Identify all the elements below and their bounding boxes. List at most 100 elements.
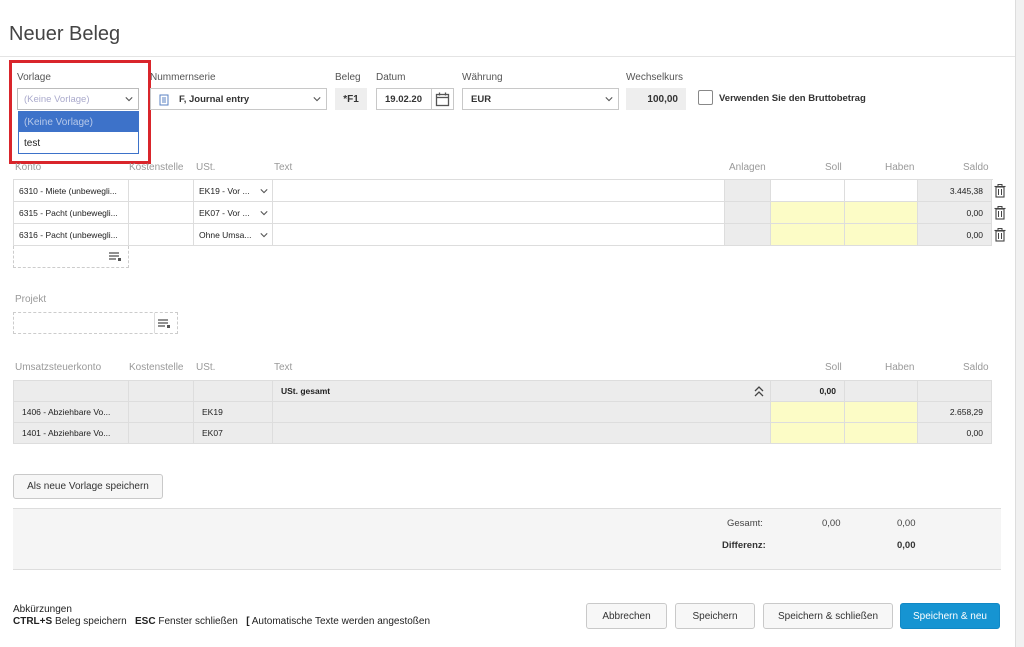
table-row-konto: 1401 - Abziehbare Vo... [13, 423, 129, 444]
shortcut-text: Fenster schließen [158, 616, 238, 627]
datum-field[interactable]: 19.02.20 [376, 88, 454, 110]
totals-panel [13, 508, 1001, 570]
table-row-haben[interactable] [845, 423, 918, 444]
table-row-saldo: 0,00 [918, 224, 992, 246]
new-document-dialog: Neuer Beleg Vorlage Nummernserie Beleg D… [0, 0, 1024, 647]
trash-icon[interactable] [994, 206, 1006, 220]
table-row-soll[interactable] [771, 180, 845, 202]
tax-summary-kostenstelle [129, 380, 194, 402]
table-row-haben[interactable] [845, 202, 918, 224]
table-row-konto[interactable]: 6310 - Miete (unbewegli... [13, 180, 129, 202]
table-row-kostenstelle [129, 402, 194, 423]
page-title: Neuer Beleg [9, 23, 121, 45]
table-row-haben[interactable] [845, 224, 918, 246]
waehrung-label: Währung [462, 72, 503, 83]
table-row-ust: EK07 [194, 423, 273, 444]
table-row-kostenstelle[interactable] [129, 202, 194, 224]
save-new-button[interactable]: Speichern & neu [900, 603, 1000, 629]
differenz-label: Differenz: [722, 540, 766, 551]
gesamt-haben: 0,00 [897, 518, 916, 529]
col-saldo: Saldo [963, 162, 989, 173]
chevron-down-icon [313, 97, 321, 102]
table-row-text[interactable] [273, 202, 725, 224]
table-row-saldo: 2.658,29 [918, 402, 992, 423]
datum-value: 19.02.20 [385, 93, 422, 105]
table-row-text [273, 423, 771, 444]
chevron-down-icon [260, 189, 268, 194]
shortcut-key: [ [246, 616, 250, 627]
table-row-text[interactable] [273, 180, 725, 202]
col-umsatzsteuerkonto: Umsatzsteuerkonto [15, 362, 102, 373]
nummernserie-label: Nummernserie [150, 72, 216, 83]
table-row-haben[interactable] [845, 402, 918, 423]
shortcut-key: CTRL+S [13, 616, 53, 627]
save-close-button[interactable]: Speichern & schließen [763, 603, 893, 629]
nummernserie-select[interactable]: F, Journal entry [150, 88, 327, 110]
ust-value: EK19 - Vor ... [199, 185, 250, 196]
col-kostenstelle: Kostenstelle [129, 362, 184, 373]
col-kostenstelle: Kostenstelle [129, 162, 184, 173]
col-text: Text [274, 162, 293, 173]
shortcuts-title: Abkürzungen [13, 604, 72, 615]
table-row-soll[interactable] [771, 402, 845, 423]
table-row-kostenstelle[interactable] [129, 224, 194, 246]
table-row-soll[interactable] [771, 224, 845, 246]
shortcut-text: Automatische Texte werden angestoßen [251, 616, 431, 627]
beleg-label: Beleg [335, 72, 361, 83]
chevron-down-icon [605, 97, 613, 102]
wechselkurs-label: Wechselkurs [626, 72, 684, 83]
list-search-icon[interactable] [157, 318, 171, 329]
table-row-text[interactable] [273, 224, 725, 246]
col-saldo: Saldo [963, 362, 989, 373]
col-anlagen: Anlagen [729, 162, 766, 173]
save-template-button[interactable]: Als neue Vorlage speichern [13, 474, 163, 499]
divider [431, 89, 432, 109]
tax-summary-soll: 0,00 [771, 380, 845, 402]
table-row-ust[interactable]: EK19 - Vor ... [194, 180, 273, 202]
table-row-ust[interactable]: Ohne Umsa... [194, 224, 273, 246]
waehrung-select[interactable]: EUR [462, 88, 619, 110]
tax-summary-text: USt. gesamt [273, 380, 771, 402]
chevron-down-icon [260, 211, 268, 216]
chevron-down-icon [260, 233, 268, 238]
highlight-box [9, 60, 151, 164]
table-row-konto[interactable]: 6315 - Pacht (unbewegli... [13, 202, 129, 224]
shortcut-key: ESC [135, 616, 156, 627]
list-search-icon[interactable] [108, 251, 122, 262]
col-ust: USt. [196, 162, 216, 173]
beleg-number: *F1 [335, 88, 367, 110]
table-row-kostenstelle[interactable] [129, 180, 194, 202]
col-konto: Konto [15, 162, 42, 173]
gesamt-soll: 0,00 [822, 518, 841, 529]
scrollbar[interactable] [1015, 0, 1024, 647]
table-row-saldo: 0,00 [918, 423, 992, 444]
save-button[interactable]: Speichern [675, 603, 755, 629]
table-row-saldo: 0,00 [918, 202, 992, 224]
table-row-anlagen [725, 202, 771, 224]
col-soll: Soll [825, 362, 842, 373]
projekt-picker[interactable] [13, 312, 178, 334]
table-row-haben[interactable] [845, 180, 918, 202]
ust-value: Ohne Umsa... [199, 229, 252, 240]
journal-icon [159, 94, 169, 106]
calendar-icon[interactable] [435, 92, 450, 107]
differenz-value: 0,00 [897, 540, 916, 551]
table-row-soll[interactable] [771, 423, 845, 444]
table-row-soll[interactable] [771, 202, 845, 224]
double-chevron-up-icon[interactable] [754, 386, 764, 397]
trash-icon[interactable] [994, 228, 1006, 242]
col-soll: Soll [825, 162, 842, 173]
new-konto-picker[interactable] [13, 246, 129, 268]
table-row-konto[interactable]: 6316 - Pacht (unbewegli... [13, 224, 129, 246]
datum-label: Datum [376, 72, 406, 83]
shortcut-text: Beleg speichern [54, 616, 127, 627]
brutto-checkbox[interactable] [698, 90, 713, 105]
cancel-button[interactable]: Abbrechen [586, 603, 667, 629]
trash-icon[interactable] [994, 184, 1006, 198]
table-row-ust[interactable]: EK07 - Vor ... [194, 202, 273, 224]
col-ust: USt. [196, 362, 216, 373]
waehrung-value: EUR [471, 93, 492, 105]
tax-summary-haben [845, 380, 918, 402]
tax-summary-konto [13, 380, 129, 402]
tax-summary-label: USt. gesamt [281, 386, 331, 396]
